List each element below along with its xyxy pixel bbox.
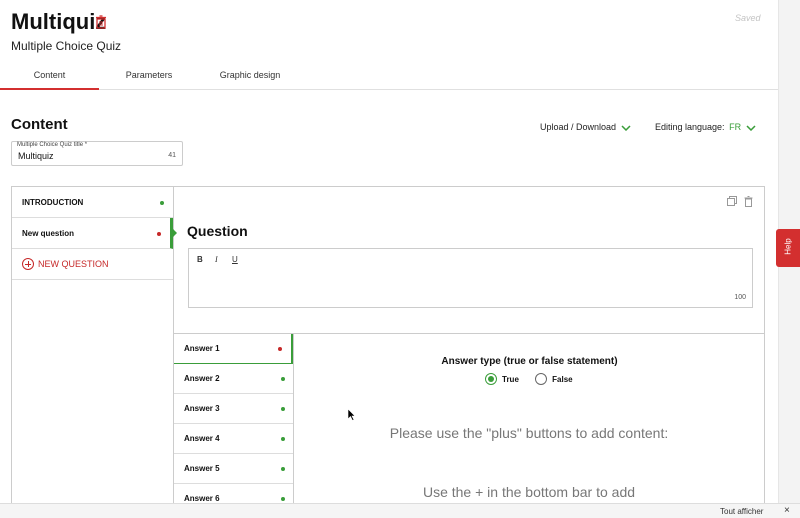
radio-false[interactable] bbox=[535, 373, 548, 385]
page-subtitle: Multiple Choice Quiz bbox=[11, 39, 122, 53]
radio-true[interactable] bbox=[485, 373, 497, 385]
status-dot bbox=[281, 467, 285, 471]
upload-download-label: Upload / Download bbox=[540, 122, 617, 132]
answer-type-title: Answer type (true or false statement) bbox=[441, 356, 618, 367]
answers-list: Answer 1 Answer 2 Answer 3 Answer 4 Answ… bbox=[174, 334, 294, 518]
app-window: Multiquiz Saved Multiple Choice Quiz Con… bbox=[0, 0, 778, 518]
upload-download-dropdown[interactable]: Upload / Download bbox=[540, 122, 631, 132]
answer-label: Answer 4 bbox=[184, 434, 220, 443]
sidebar-item-new-question[interactable]: New question bbox=[12, 218, 177, 249]
chevron-down-icon bbox=[621, 125, 631, 131]
status-dot bbox=[281, 377, 285, 381]
tab-bar: Content Parameters Graphic design bbox=[0, 62, 778, 90]
hint-text: Please use the "plus" buttons to add con… bbox=[389, 425, 669, 441]
trash-icon[interactable] bbox=[95, 15, 107, 29]
chevron-down-icon bbox=[746, 125, 756, 131]
help-label: Help bbox=[783, 238, 793, 255]
italic-button[interactable]: I bbox=[215, 255, 218, 264]
answer-item-3[interactable]: Answer 3 bbox=[174, 394, 293, 424]
editor-panel: INTRODUCTION New question NEW QUESTION Q… bbox=[11, 186, 765, 518]
answer-item-4[interactable]: Answer 4 bbox=[174, 424, 293, 454]
mouse-cursor-icon bbox=[348, 409, 356, 421]
editing-language-value: FR bbox=[729, 122, 742, 132]
radio-false-label: False bbox=[552, 375, 573, 385]
question-editor: Question B I U 100 Answer 1 Answer 2 Ans… bbox=[174, 187, 765, 518]
answer-label: Answer 6 bbox=[184, 494, 220, 503]
status-dot bbox=[278, 347, 282, 351]
bold-button[interactable]: B bbox=[197, 255, 203, 264]
copy-icon[interactable] bbox=[727, 196, 737, 206]
answer-item-1[interactable]: Answer 1 bbox=[174, 334, 293, 364]
answer-label: Answer 2 bbox=[184, 374, 220, 383]
radio-true-label: True bbox=[502, 375, 519, 385]
status-dot bbox=[281, 497, 285, 501]
trash-icon[interactable] bbox=[744, 196, 753, 207]
question-char-counter: 100 bbox=[734, 294, 746, 301]
add-question-button[interactable]: NEW QUESTION bbox=[12, 249, 173, 280]
editing-language-label: Editing language: bbox=[655, 122, 725, 132]
status-dot bbox=[281, 407, 285, 411]
sidebar-item-introduction[interactable]: INTRODUCTION bbox=[12, 187, 173, 218]
question-text-editor[interactable]: B I U 100 bbox=[188, 248, 753, 308]
status-dot bbox=[281, 437, 285, 441]
quiz-title-label: Multiple Choice Quiz title * bbox=[17, 142, 88, 148]
answers-area: Answer 1 Answer 2 Answer 3 Answer 4 Answ… bbox=[174, 333, 765, 518]
radio-option-true[interactable]: True bbox=[485, 373, 519, 385]
hint-text-secondary: Use the + in the bottom bar to add bbox=[422, 484, 636, 500]
question-sidebar: INTRODUCTION New question NEW QUESTION bbox=[12, 187, 177, 518]
answer-label: Answer 1 bbox=[184, 344, 220, 353]
plus-circle-icon bbox=[22, 257, 34, 270]
answer-label: Answer 5 bbox=[184, 464, 220, 473]
section-heading: Content bbox=[11, 116, 68, 133]
status-dot bbox=[160, 201, 164, 205]
bottom-bar: Tout afficher × bbox=[0, 503, 800, 518]
answer-type-radio-group: True False bbox=[485, 373, 587, 385]
quiz-title-field: Multiple Choice Quiz title * 41 bbox=[11, 141, 183, 166]
status-dot bbox=[157, 232, 161, 236]
add-question-label: NEW QUESTION bbox=[38, 259, 109, 269]
radio-option-false[interactable]: False bbox=[535, 373, 573, 385]
answer-detail: Answer type (true or false statement) Tr… bbox=[294, 334, 765, 518]
tab-content[interactable]: Content bbox=[0, 62, 99, 90]
underline-button[interactable]: U bbox=[232, 255, 238, 264]
editing-language-dropdown[interactable]: Editing language: FR bbox=[655, 122, 756, 132]
answer-label: Answer 3 bbox=[184, 404, 220, 413]
save-status: Saved bbox=[735, 13, 761, 23]
page-header: Multiquiz Saved Multiple Choice Quiz Con… bbox=[0, 0, 778, 90]
answer-item-5[interactable]: Answer 5 bbox=[174, 454, 293, 484]
show-all-button[interactable]: Tout afficher bbox=[720, 507, 763, 516]
page-title: Multiquiz bbox=[11, 9, 107, 34]
help-button[interactable]: Help bbox=[776, 229, 800, 267]
close-icon[interactable]: × bbox=[784, 505, 790, 516]
tab-graphic-design[interactable]: Graphic design bbox=[200, 62, 300, 90]
question-heading: Question bbox=[187, 223, 248, 239]
tab-parameters[interactable]: Parameters bbox=[105, 62, 193, 90]
quiz-title-counter: 41 bbox=[168, 152, 176, 159]
quiz-title-input[interactable] bbox=[18, 151, 158, 161]
answer-item-2[interactable]: Answer 2 bbox=[174, 364, 293, 394]
sidebar-item-label: New question bbox=[22, 229, 75, 238]
sidebar-item-label: INTRODUCTION bbox=[22, 198, 84, 207]
